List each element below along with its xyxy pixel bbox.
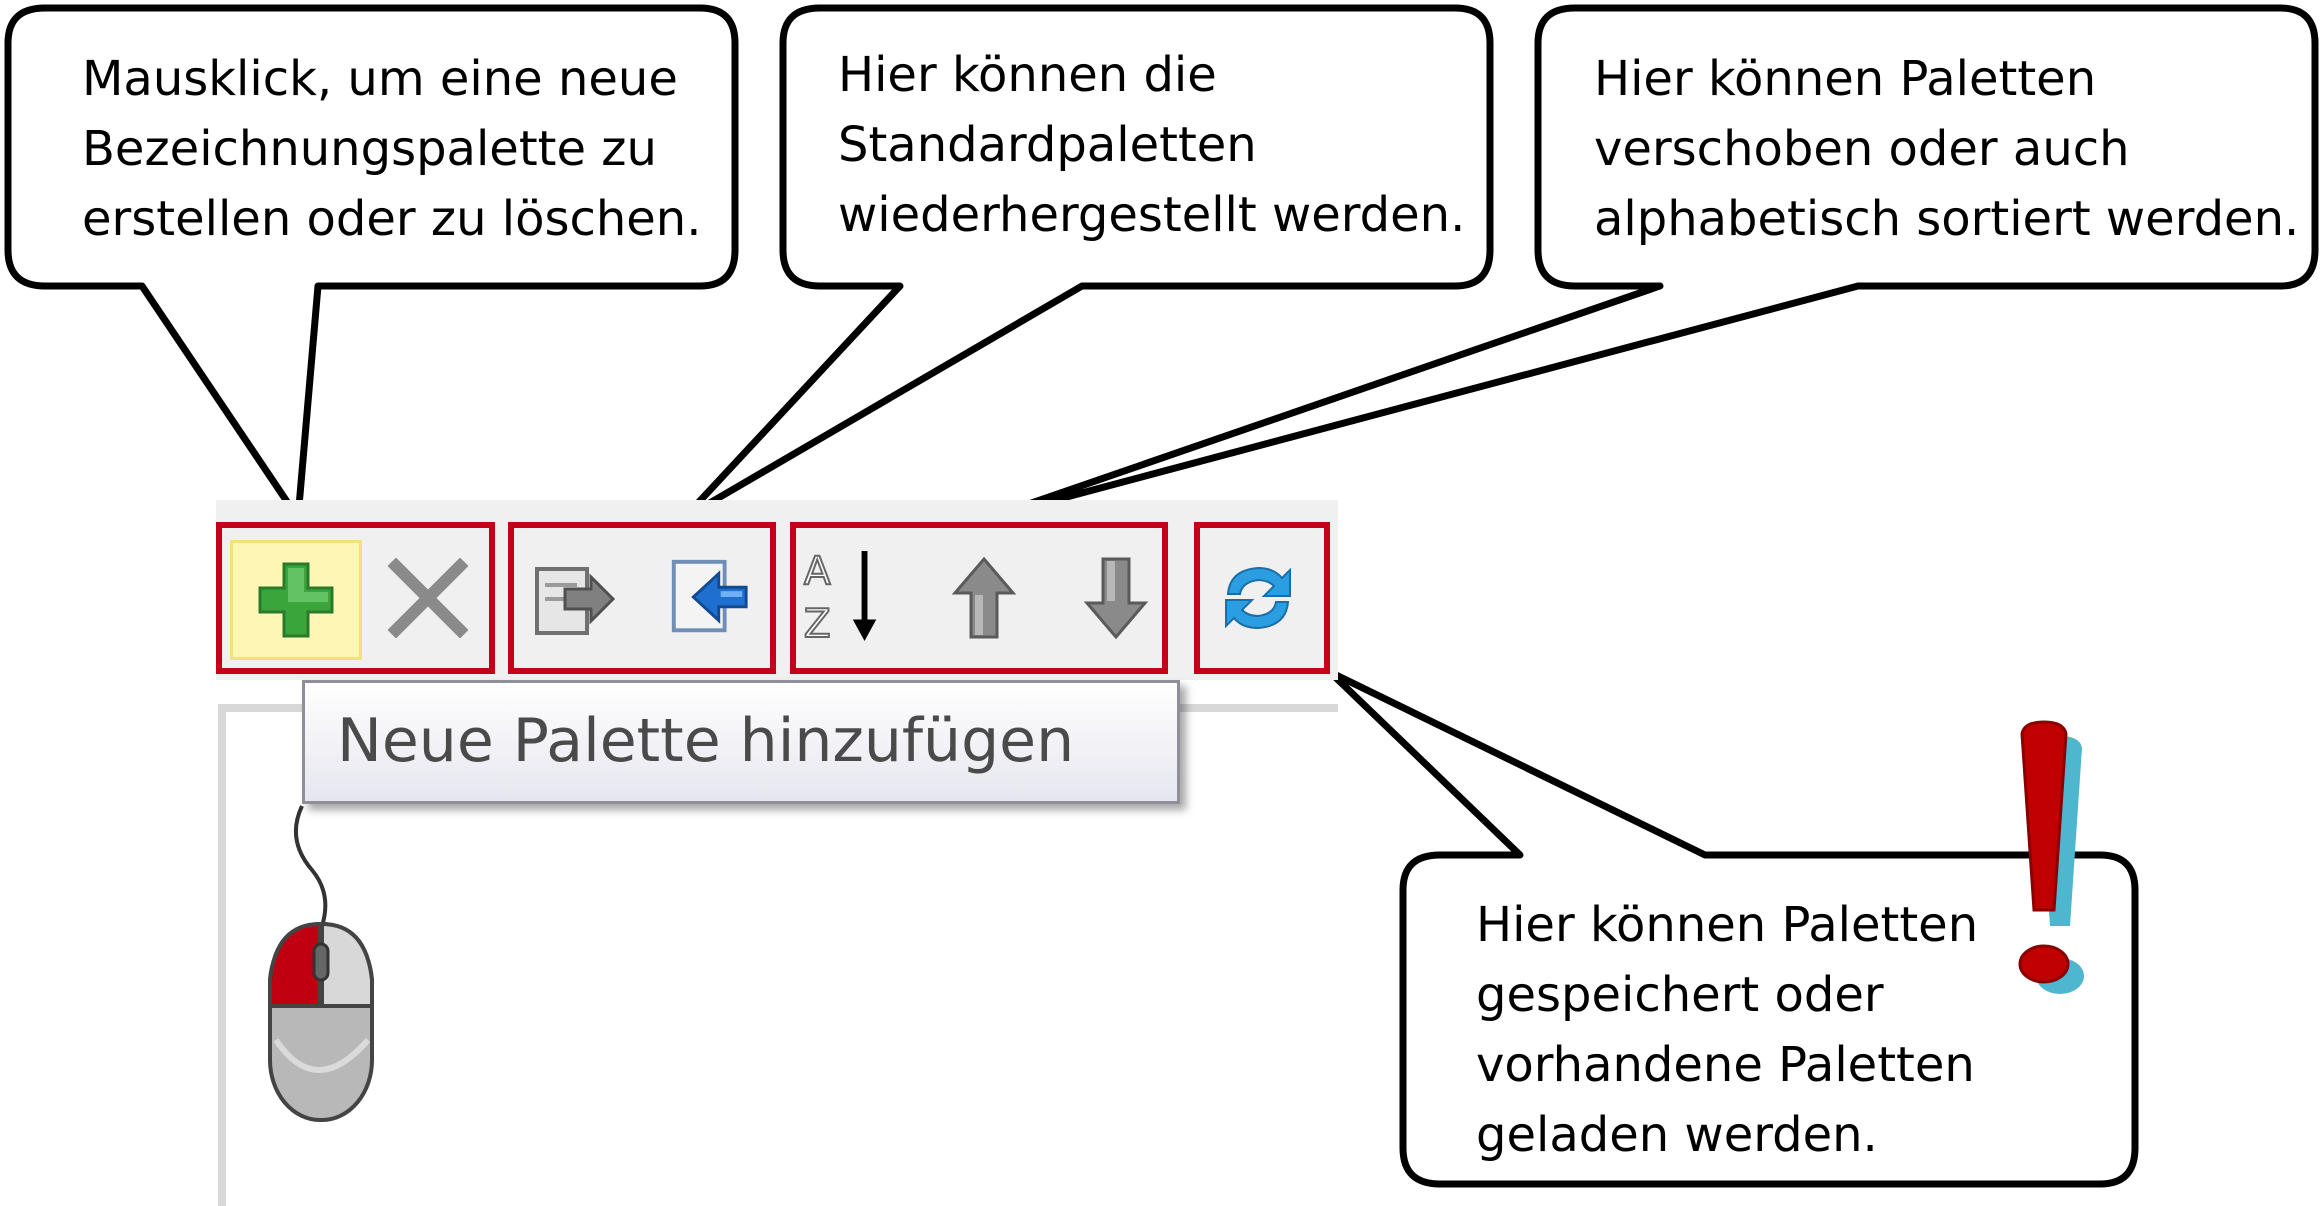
callout-line: erstellen oder zu löschen. [82, 191, 702, 247]
callout-text-restore: Hier können die Standardpaletten wiederh… [838, 40, 1465, 250]
callout-line: verschoben oder auch [1594, 121, 2130, 177]
callout-line: Standardpaletten [838, 117, 1257, 173]
highlight-save-load-group [1194, 522, 1330, 674]
highlight-sort-move-group [790, 522, 1168, 674]
callout-line: Mausklick, um eine neue [82, 51, 678, 107]
highlight-export-import-group [508, 522, 776, 674]
callout-text-add-delete: Mausklick, um eine neue Bezeichnungspale… [82, 44, 701, 254]
callout-line: Hier können Paletten [1476, 897, 1979, 953]
highlight-add-delete-group [216, 522, 495, 674]
callout-line: Bezeichnungspalette zu [82, 121, 657, 177]
exclamation-icon [2018, 720, 2084, 994]
callout-line: wiederhergestellt werden. [838, 187, 1466, 243]
callout-text-sort: Hier können Paletten verschoben oder auc… [1594, 44, 2299, 254]
mouse-icon [268, 805, 374, 1122]
callout-line: alphabetisch sortiert werden. [1594, 191, 2300, 247]
callout-line: gespeichert oder [1476, 967, 1884, 1023]
tooltip-new-palette: Neue Palette hinzufügen [302, 680, 1180, 804]
callout-text-save-load: Hier können Paletten gespeichert oder vo… [1476, 890, 1978, 1170]
callout-line: vorhandene Paletten [1476, 1037, 1975, 1093]
callout-line: geladen werden. [1476, 1107, 1878, 1163]
callout-line: Hier können die [838, 47, 1217, 103]
callout-line: Hier können Paletten [1594, 51, 2097, 107]
